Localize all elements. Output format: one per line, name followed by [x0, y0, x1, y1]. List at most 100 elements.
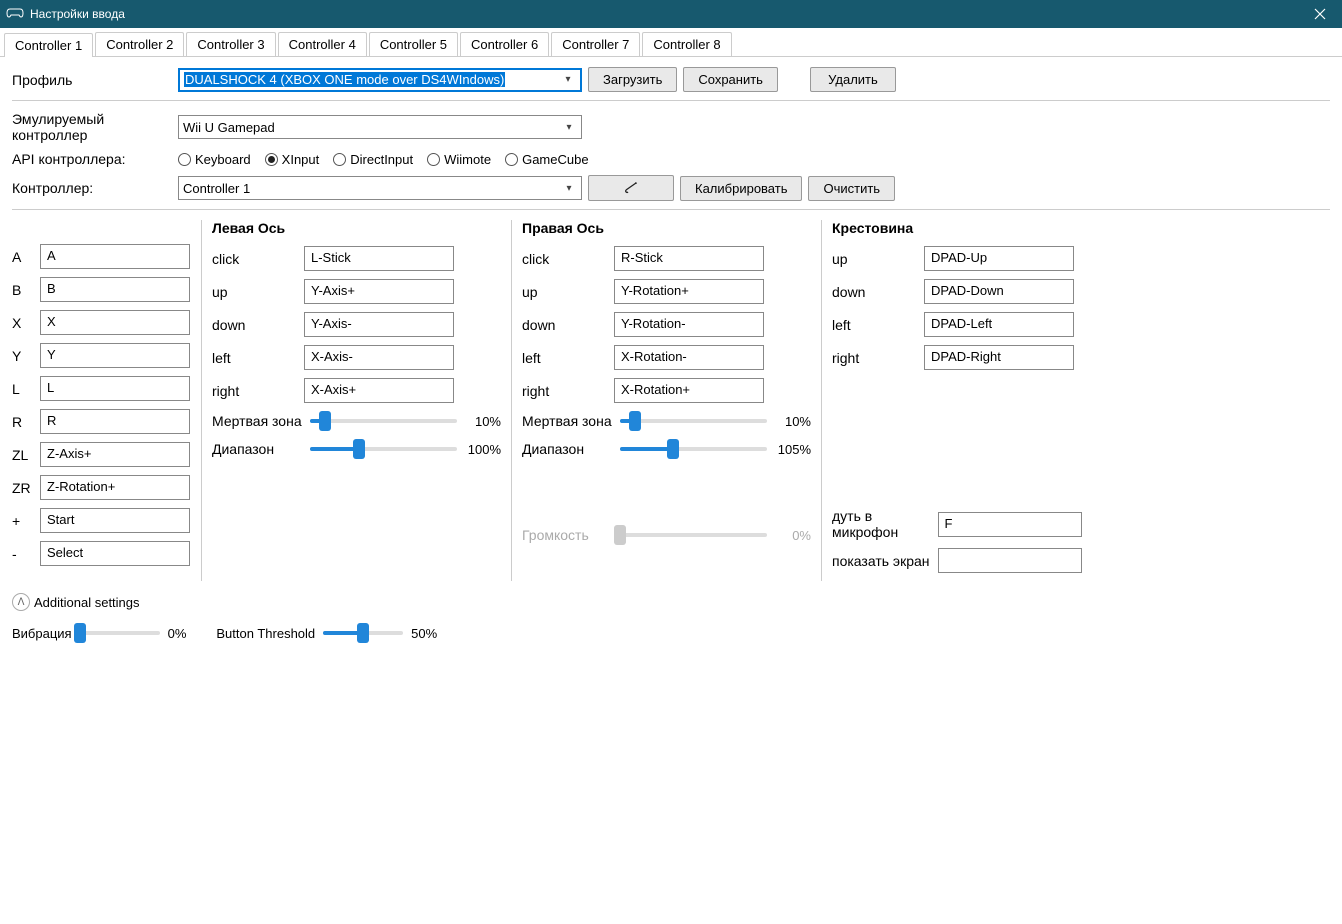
radio-gamecube[interactable]: GameCube: [505, 152, 588, 167]
map-plus[interactable]: Start: [40, 508, 190, 533]
calibrate-button[interactable]: Калибрировать: [680, 176, 802, 201]
map-zl[interactable]: Z-Axis+: [40, 442, 190, 467]
emulated-label: Эмулируемый контроллер: [12, 111, 172, 143]
api-radio-group: Keyboard XInput DirectInput Wiimote Game…: [178, 152, 589, 167]
app-icon: [6, 7, 24, 21]
additional-settings-toggle[interactable]: ᐱ Additional settings: [12, 593, 1330, 611]
profile-value: DUALSHOCK 4 (XBOX ONE mode over DS4WIndo…: [184, 72, 505, 87]
map-b[interactable]: B: [40, 277, 190, 302]
tab-controller-7[interactable]: Controller 7: [551, 32, 640, 56]
radio-directinput[interactable]: DirectInput: [333, 152, 413, 167]
chevron-down-icon: ▾: [561, 122, 577, 133]
map-y[interactable]: Y: [40, 343, 190, 368]
map-lstick-up[interactable]: Y-Axis+: [304, 279, 454, 304]
tab-controller-2[interactable]: Controller 2: [95, 32, 184, 56]
tab-controller-5[interactable]: Controller 5: [369, 32, 458, 56]
left-axis-header: Левая Ось: [212, 220, 501, 236]
vibration-label: Вибрация: [12, 626, 72, 641]
threshold-slider[interactable]: [323, 623, 403, 643]
left-deadzone-slider[interactable]: [310, 411, 457, 431]
api-label: API контроллера:: [12, 151, 172, 167]
map-rstick-click[interactable]: R-Stick: [614, 246, 764, 271]
map-rstick-right[interactable]: X-Rotation+: [614, 378, 764, 403]
radio-wiimote[interactable]: Wiimote: [427, 152, 491, 167]
map-lstick-click[interactable]: L-Stick: [304, 246, 454, 271]
map-lstick-left[interactable]: X-Axis-: [304, 345, 454, 370]
map-r[interactable]: R: [40, 409, 190, 434]
threshold-label: Button Threshold: [216, 626, 315, 641]
map-rstick-up[interactable]: Y-Rotation+: [614, 279, 764, 304]
volume-slider: [620, 525, 767, 545]
left-deadzone-value: 10%: [457, 414, 501, 429]
chevron-up-icon: ᐱ: [12, 593, 30, 611]
map-rstick-down[interactable]: Y-Rotation-: [614, 312, 764, 337]
threshold-value: 50%: [411, 626, 437, 641]
tab-controller-6[interactable]: Controller 6: [460, 32, 549, 56]
delete-button[interactable]: Удалить: [810, 67, 896, 92]
btn-zl-label: ZL: [12, 447, 40, 463]
controller-value: Controller 1: [183, 181, 561, 196]
map-l[interactable]: L: [40, 376, 190, 401]
profile-select[interactable]: DUALSHOCK 4 (XBOX ONE mode over DS4WIndo…: [178, 68, 582, 92]
radio-keyboard[interactable]: Keyboard: [178, 152, 251, 167]
tab-controller-8[interactable]: Controller 8: [642, 32, 731, 56]
emulated-value: Wii U Gamepad: [183, 120, 561, 135]
btn-l-label: L: [12, 381, 40, 397]
title-bar: Настройки ввода: [0, 0, 1342, 28]
dpad-column: Крестовина upDPAD-Up downDPAD-Down leftD…: [822, 220, 1092, 581]
btn-a-label: A: [12, 249, 40, 265]
clear-button[interactable]: Очистить: [808, 176, 895, 201]
map-zr[interactable]: Z-Rotation+: [40, 475, 190, 500]
vibration-value: 0%: [168, 626, 187, 641]
tab-controller-1[interactable]: Controller 1: [4, 33, 93, 57]
map-x[interactable]: X: [40, 310, 190, 335]
controller-select[interactable]: Controller 1 ▾: [178, 176, 582, 200]
btn-minus-label: -: [12, 546, 40, 562]
radio-xinput[interactable]: XInput: [265, 152, 320, 167]
map-mic[interactable]: F: [938, 512, 1082, 537]
map-dpad-up[interactable]: DPAD-Up: [924, 246, 1074, 271]
load-button[interactable]: Загрузить: [588, 67, 677, 92]
right-deadzone-value: 10%: [767, 414, 811, 429]
map-rstick-left[interactable]: X-Rotation-: [614, 345, 764, 370]
map-screen[interactable]: [938, 548, 1082, 573]
map-lstick-right[interactable]: X-Axis+: [304, 378, 454, 403]
btn-plus-label: +: [12, 513, 40, 529]
profile-label: Профиль: [12, 72, 172, 88]
left-range-value: 100%: [457, 442, 501, 457]
chevron-down-icon: ▾: [561, 183, 577, 194]
right-range-value: 105%: [767, 442, 811, 457]
volume-value: 0%: [767, 528, 811, 543]
tab-controller-4[interactable]: Controller 4: [278, 32, 367, 56]
left-range-slider[interactable]: [310, 439, 457, 459]
tab-controller-3[interactable]: Controller 3: [186, 32, 275, 56]
controller-tabs: Controller 1 Controller 2 Controller 3 C…: [0, 28, 1342, 57]
map-dpad-left[interactable]: DPAD-Left: [924, 312, 1074, 337]
btn-x-label: X: [12, 315, 40, 331]
face-buttons-column: AA BB XX YY LL RR ZLZ-Axis+ ZRZ-Rotation…: [12, 220, 202, 581]
content-panel: Профиль DUALSHOCK 4 (XBOX ONE mode over …: [0, 57, 1342, 653]
right-axis-column: Правая Ось clickR-Stick upY-Rotation+ do…: [512, 220, 822, 581]
right-axis-header: Правая Ось: [522, 220, 811, 236]
controller-label: Контроллер:: [12, 180, 172, 196]
dpad-header: Крестовина: [832, 220, 1082, 236]
map-dpad-down[interactable]: DPAD-Down: [924, 279, 1074, 304]
vibration-slider[interactable]: [80, 623, 160, 643]
left-axis-column: Левая Ось clickL-Stick upY-Axis+ downY-A…: [202, 220, 512, 581]
map-dpad-right[interactable]: DPAD-Right: [924, 345, 1074, 370]
refresh-button[interactable]: [588, 175, 674, 201]
right-range-slider[interactable]: [620, 439, 767, 459]
btn-b-label: B: [12, 282, 40, 298]
close-button[interactable]: [1298, 0, 1342, 28]
window-title: Настройки ввода: [30, 7, 1298, 21]
btn-y-label: Y: [12, 348, 40, 364]
btn-zr-label: ZR: [12, 480, 40, 496]
map-lstick-down[interactable]: Y-Axis-: [304, 312, 454, 337]
emulated-select[interactable]: Wii U Gamepad ▾: [178, 115, 582, 139]
btn-r-label: R: [12, 414, 40, 430]
right-deadzone-slider[interactable]: [620, 411, 767, 431]
save-button[interactable]: Сохранить: [683, 67, 778, 92]
chevron-down-icon: ▾: [560, 74, 576, 85]
map-a[interactable]: A: [40, 244, 190, 269]
map-minus[interactable]: Select: [40, 541, 190, 566]
